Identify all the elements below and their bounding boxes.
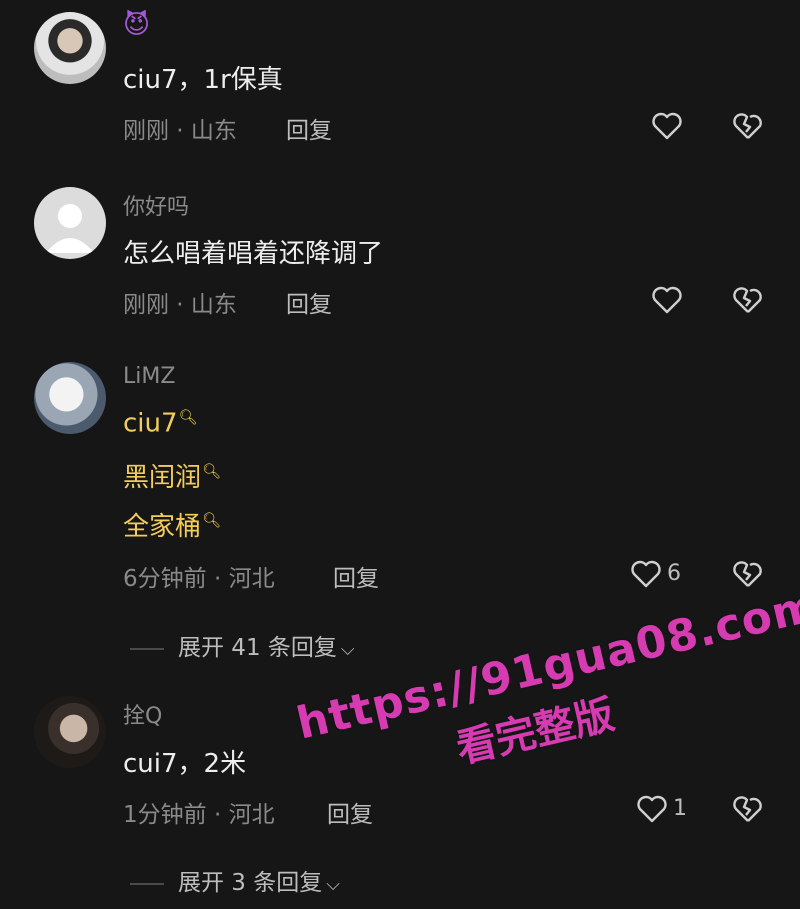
default-user-icon bbox=[46, 204, 94, 253]
search-icon: 🔍︎ bbox=[202, 462, 222, 481]
comment-username[interactable]: LiMZ bbox=[123, 364, 175, 389]
expand-replies-label: 展开 3 条回复 bbox=[178, 870, 323, 896]
avatar[interactable] bbox=[34, 696, 106, 768]
comment-text: 怎么唱着唱着还降调了 bbox=[123, 239, 384, 269]
chevron-down-icon: ⌵ bbox=[326, 874, 340, 895]
heart-icon[interactable] bbox=[629, 557, 663, 591]
avatar[interactable] bbox=[34, 12, 106, 84]
watermark-caption: 看完整版 bbox=[452, 691, 619, 773]
watermark-url: https://91gua08.com bbox=[292, 579, 800, 750]
reply-button[interactable]: 回复 bbox=[286, 111, 332, 145]
broken-heart-icon[interactable] bbox=[731, 557, 765, 591]
heart-icon[interactable] bbox=[650, 283, 684, 317]
expand-replies-label: 展开 41 条回复 bbox=[178, 635, 337, 661]
heart-icon[interactable] bbox=[635, 792, 669, 826]
comment-text: ciu7，1r保真 bbox=[123, 65, 283, 95]
comment-meta: 刚刚 · 山东 bbox=[123, 292, 237, 318]
search-tag[interactable]: ciu7🔍︎ bbox=[123, 408, 198, 439]
comment-meta: 刚刚 · 山东 bbox=[123, 118, 237, 144]
expand-replies-button[interactable]: 展开 41 条回复 ⌵ bbox=[130, 628, 355, 662]
heart-icon[interactable] bbox=[650, 109, 684, 143]
broken-heart-icon[interactable] bbox=[731, 792, 765, 826]
avatar[interactable] bbox=[34, 187, 106, 259]
like-count: 6 bbox=[667, 561, 681, 586]
search-icon: 🔍︎ bbox=[178, 408, 198, 426]
reply-button[interactable]: 回复 bbox=[286, 285, 332, 319]
search-tag[interactable]: 全家桶🔍︎ bbox=[123, 506, 221, 543]
tag-label: 黑闰润 bbox=[123, 463, 202, 493]
like-count: 1 bbox=[673, 796, 687, 821]
comment-username[interactable]: 拴Q bbox=[123, 698, 162, 730]
comment-meta: 1分钟前 · 河北 bbox=[123, 802, 275, 828]
broken-heart-icon[interactable] bbox=[731, 283, 765, 317]
tag-label: 全家桶 bbox=[123, 512, 202, 542]
search-icon: 🔍︎ bbox=[202, 511, 222, 530]
comment-meta: 6分钟前 · 河北 bbox=[123, 566, 275, 592]
expand-replies-button[interactable]: 展开 3 条回复 ⌵ bbox=[130, 863, 340, 897]
comment-username[interactable]: 你好吗 bbox=[123, 189, 189, 221]
avatar[interactable] bbox=[34, 362, 106, 434]
search-tag[interactable]: 黑闰润🔍︎ bbox=[123, 457, 221, 494]
watermark: https://91gua08.com 看完整版 bbox=[292, 579, 800, 809]
divider-line bbox=[130, 647, 164, 650]
chevron-down-icon: ⌵ bbox=[340, 639, 355, 660]
reply-button[interactable]: 回复 bbox=[333, 559, 379, 593]
tag-label: ciu7 bbox=[123, 408, 178, 439]
broken-heart-icon[interactable] bbox=[731, 109, 765, 143]
comment-text: cui7，2米 bbox=[123, 749, 247, 779]
reply-button[interactable]: 回复 bbox=[327, 795, 373, 829]
devil-emoji: 😈 bbox=[123, 10, 151, 40]
divider-line bbox=[130, 882, 164, 885]
